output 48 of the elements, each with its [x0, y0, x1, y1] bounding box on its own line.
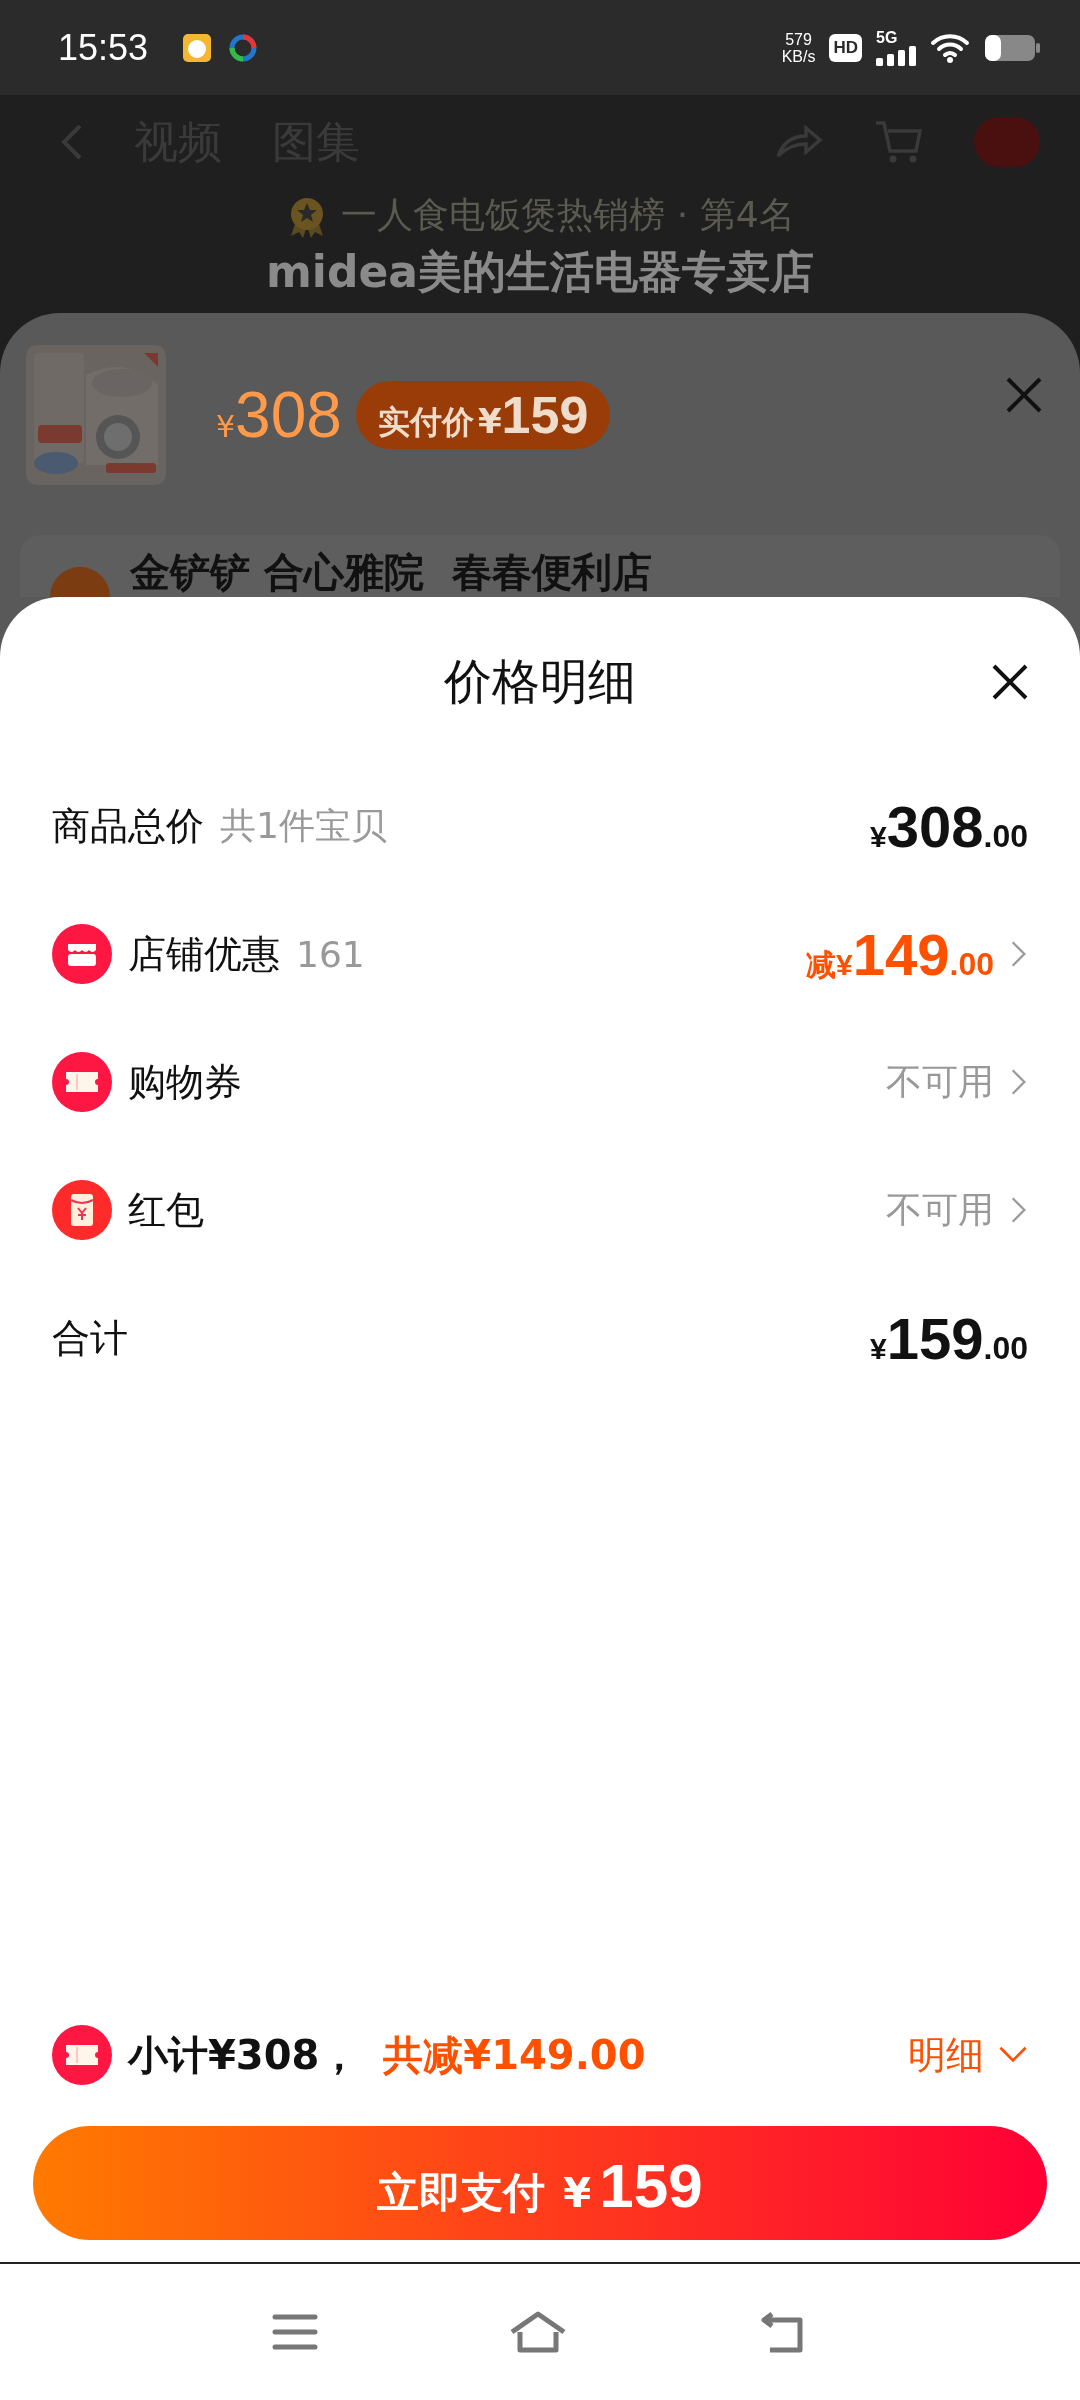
row-label: 合计 [52, 1314, 128, 1362]
row-label: 红包 [128, 1186, 204, 1234]
shop-name: midea美的生活电器专卖店 [265, 245, 815, 299]
currency-symbol: ¥ [477, 401, 502, 441]
sheet-title: 价格明细 [444, 652, 636, 711]
signal-icon [876, 45, 916, 66]
discount-total: 共减¥149.00 [383, 2030, 646, 2080]
row-note: 共1件宝贝 [220, 803, 387, 848]
close-icon[interactable] [990, 662, 1030, 702]
clock-time: 15:53 [58, 26, 149, 69]
row-link[interactable]: 不可用 [886, 1057, 1028, 1107]
paid-price: 159 [501, 385, 589, 445]
price: 308 [235, 378, 342, 452]
paid-price-label: 实付价 [377, 402, 474, 443]
ticket-icon [52, 2025, 112, 2085]
chevron-right-icon [1010, 939, 1028, 969]
ticket-icon [52, 1052, 112, 1112]
price: 减¥149.00 [806, 920, 994, 988]
row-label: 购物券 [128, 1058, 242, 1106]
network-speed: 579 [785, 30, 812, 48]
status-text: 不可用 [886, 1059, 994, 1104]
app-icon [228, 32, 259, 63]
row-link[interactable]: 不可用 [886, 1185, 1028, 1235]
app-icon [182, 32, 213, 63]
envelope-icon [52, 1180, 112, 1240]
subtotal-text: 小计¥308， [128, 2030, 360, 2080]
battery-icon [984, 33, 1040, 62]
row-label: 商品总价 [52, 802, 204, 850]
hd-badge: HD [829, 33, 862, 62]
status-text: 不可用 [886, 1187, 994, 1232]
row-note: 161 [296, 933, 365, 975]
menu-icon[interactable] [272, 2312, 318, 2352]
chevron-right-icon [1010, 1195, 1028, 1225]
home-icon[interactable] [508, 2310, 568, 2354]
ranking-text: 一人食电饭煲热销榜 · 第4名 [341, 193, 795, 237]
price: ¥308.00 [870, 792, 1028, 860]
currency-symbol: ¥ [216, 409, 236, 444]
pay-button[interactable]: 立即支付 ¥159 [33, 2126, 1047, 2240]
price: ¥159.00 [870, 1304, 1028, 1372]
store-names: 金铲铲 合心雅院 春春便利店 [130, 548, 652, 597]
wifi-icon [930, 31, 970, 64]
row-label: 店铺优惠 [128, 930, 280, 978]
row-link[interactable]: 减¥149.00 [806, 920, 1028, 988]
details-toggle[interactable]: 明细 [908, 2029, 1028, 2081]
network-speed-unit: KB/s [781, 47, 816, 65]
network-type: 5G [876, 29, 898, 46]
chevron-right-icon [1010, 1067, 1028, 1097]
chevron-down-icon [998, 2046, 1028, 2064]
